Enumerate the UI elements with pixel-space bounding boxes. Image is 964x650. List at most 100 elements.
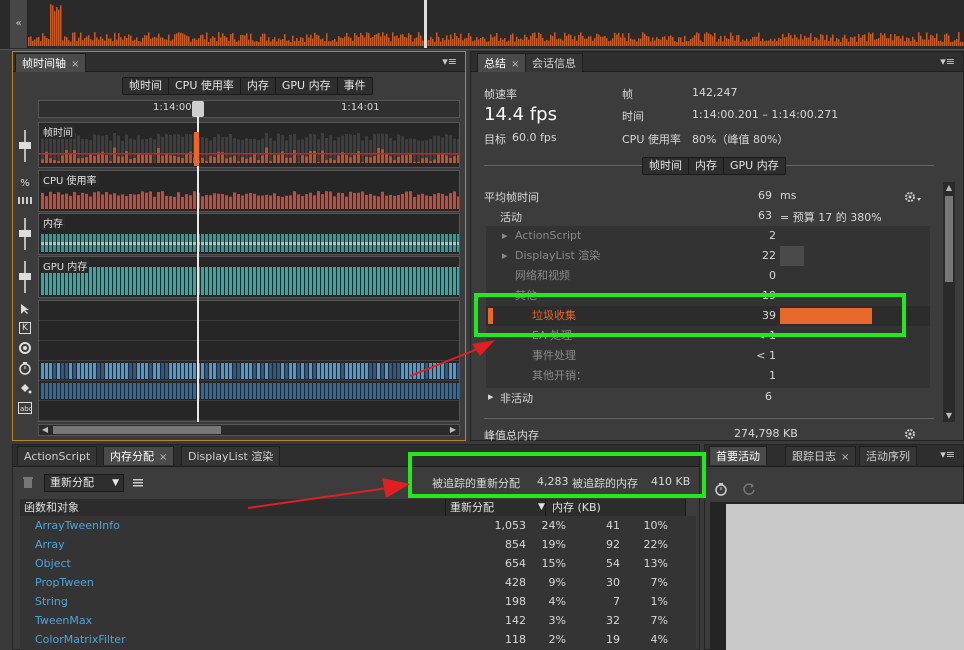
overview-bar <box>248 39 250 46</box>
row-memory[interactable]: 内存 <box>38 213 460 255</box>
overview-bar <box>266 40 268 46</box>
tab-actionscript[interactable]: ActionScript <box>17 446 98 465</box>
close-icon[interactable]: × <box>511 59 519 70</box>
paint-bucket-icon[interactable] <box>18 381 32 395</box>
tree-row[interactable]: 网络和视频 0 <box>486 266 930 286</box>
btn-frame-time[interactable]: 帧时间 <box>123 78 169 94</box>
cpu-bars-icon[interactable] <box>17 194 33 204</box>
scroll-thumb[interactable] <box>53 426 221 434</box>
btn-cpu[interactable]: CPU 使用率 <box>169 78 241 94</box>
playhead-handle[interactable] <box>192 101 204 117</box>
timer-icon[interactable] <box>714 482 728 496</box>
close-icon[interactable]: × <box>71 59 79 70</box>
zoom-slider-icon[interactable] <box>18 128 32 164</box>
k-icon[interactable]: K <box>19 322 31 334</box>
overview-bar <box>360 32 362 46</box>
scroll-down-icon[interactable]: ▼ <box>943 410 955 422</box>
expand-arrow-icon[interactable]: ▸ <box>488 390 494 403</box>
frame-bar <box>445 154 448 163</box>
gpu-bar <box>133 267 136 295</box>
row-cpu[interactable]: CPU 使用率 <box>38 170 460 212</box>
table-row[interactable]: ArrayTweenInfo 1,053 24% 41 10% <box>20 516 696 535</box>
memory-band <box>221 242 224 245</box>
btn-memory[interactable]: 内存 <box>241 78 276 94</box>
percent-icon[interactable]: % <box>17 178 33 189</box>
btn-gpu-memory[interactable]: GPU 内存 <box>276 78 338 94</box>
table-row[interactable]: PropTween 428 9% 30 7% <box>20 573 696 592</box>
scroll-thumb[interactable] <box>945 196 953 282</box>
timeline-scrollbar[interactable]: ◀ ▶ <box>38 424 460 436</box>
tab-activity-sequence[interactable]: 活动序列 <box>859 446 917 465</box>
memory-slider-icon[interactable] <box>18 216 32 252</box>
gpu-bar <box>309 267 312 295</box>
tab-frame-timeline[interactable]: 帧时间轴 × <box>15 53 87 72</box>
tab-displaylist[interactable]: DisplayList 渲染 <box>181 446 281 465</box>
frame-bg-bar <box>217 134 220 152</box>
sync-icon[interactable] <box>18 341 32 355</box>
gpu-bar <box>357 267 360 295</box>
table-row[interactable]: TweenMax 142 3% 32 7% <box>20 611 696 630</box>
target-label: 目标 <box>484 133 506 146</box>
activity-list[interactable] <box>726 504 964 650</box>
overview-strip[interactable]: « <box>0 0 964 50</box>
expand-arrow-icon[interactable]: ▸ <box>502 246 508 266</box>
memory-graph <box>41 234 460 252</box>
tab-memory-allocation[interactable]: 内存分配 × <box>103 446 175 465</box>
allocation-mode-dropdown[interactable]: 重新分配 ▼ <box>44 474 124 492</box>
table-row[interactable]: Object 654 15% 54 13% <box>20 554 696 573</box>
close-icon[interactable]: × <box>841 452 849 463</box>
tab-top-activities[interactable]: 首要活动 <box>709 446 767 465</box>
col-header-allocations[interactable]: 重新分配 <box>446 499 546 516</box>
collapse-button[interactable]: « <box>10 0 28 48</box>
overview-bar <box>632 39 634 46</box>
row-gpu-memory[interactable]: GPU 内存 <box>38 256 460 298</box>
overview-bar <box>810 33 812 46</box>
btn-memory[interactable]: 内存 <box>689 158 724 174</box>
cpu-bar <box>205 195 208 209</box>
memory-band <box>301 242 304 245</box>
tab-session-info[interactable]: 会话信息 <box>525 53 583 72</box>
refresh-icon[interactable] <box>742 482 756 496</box>
btn-events[interactable]: 事件 <box>338 78 372 94</box>
col-header-memory[interactable]: ▼ 内存 (KB) <box>538 499 686 516</box>
panel-menu-icon[interactable]: ▾≡ <box>940 448 955 461</box>
overview-bar <box>704 33 706 46</box>
text-abc-icon[interactable]: abc <box>18 402 32 414</box>
overview-bar <box>232 33 234 46</box>
close-icon[interactable]: × <box>159 452 167 463</box>
time-ruler[interactable]: 1:14:00 1:14:01 <box>38 100 460 118</box>
table-row[interactable]: String 198 4% 7 1% <box>20 592 696 611</box>
tree-row[interactable]: ▸ ActionScript 2 <box>486 226 930 246</box>
scroll-up-icon[interactable]: ▲ <box>943 182 955 194</box>
tree-row[interactable]: ▸ DisplayList 渲染 22 <box>486 246 930 266</box>
gpu-slider-icon[interactable] <box>18 259 32 295</box>
timer-icon[interactable] <box>18 361 32 375</box>
gear-icon[interactable] <box>904 428 918 440</box>
row-frame-time[interactable]: 帧时间 <box>38 122 460 168</box>
table-row[interactable]: Array 854 19% 92 22% <box>20 535 696 554</box>
tab-summary[interactable]: 总结 × <box>477 53 527 72</box>
overview-bar <box>608 41 610 46</box>
panel-menu-icon[interactable]: ▾≡ <box>442 55 457 68</box>
row-events[interactable] <box>38 300 460 422</box>
scroll-right-icon[interactable]: ▶ <box>447 425 459 435</box>
memory-band <box>381 242 384 245</box>
list-icon[interactable] <box>132 477 144 489</box>
btn-frame-time[interactable]: 帧时间 <box>643 158 689 174</box>
gear-icon[interactable] <box>904 190 922 204</box>
expand-arrow-icon[interactable]: ▸ <box>502 226 508 246</box>
table-row[interactable]: ColorMatrixFilter 118 2% 19 4% <box>20 630 696 649</box>
btn-gpu-memory[interactable]: GPU 内存 <box>724 158 785 174</box>
cursor-icon[interactable] <box>19 303 31 315</box>
tree-row[interactable]: 事件处理 < 1 <box>486 346 930 366</box>
panel-menu-icon[interactable]: ▾≡ <box>940 55 955 68</box>
overview-bar <box>120 37 122 46</box>
event-bar <box>65 383 68 399</box>
summary-scrollbar[interactable]: ▲ ▼ <box>943 182 955 422</box>
gpu-bar <box>337 267 340 295</box>
scroll-left-icon[interactable]: ◀ <box>39 425 51 435</box>
tab-trace-log[interactable]: 跟踪日志 × <box>785 446 857 465</box>
tree-row[interactable]: 其他开销： 1 <box>486 366 930 386</box>
overview-graph[interactable] <box>28 0 964 48</box>
trash-icon[interactable] <box>22 476 34 489</box>
